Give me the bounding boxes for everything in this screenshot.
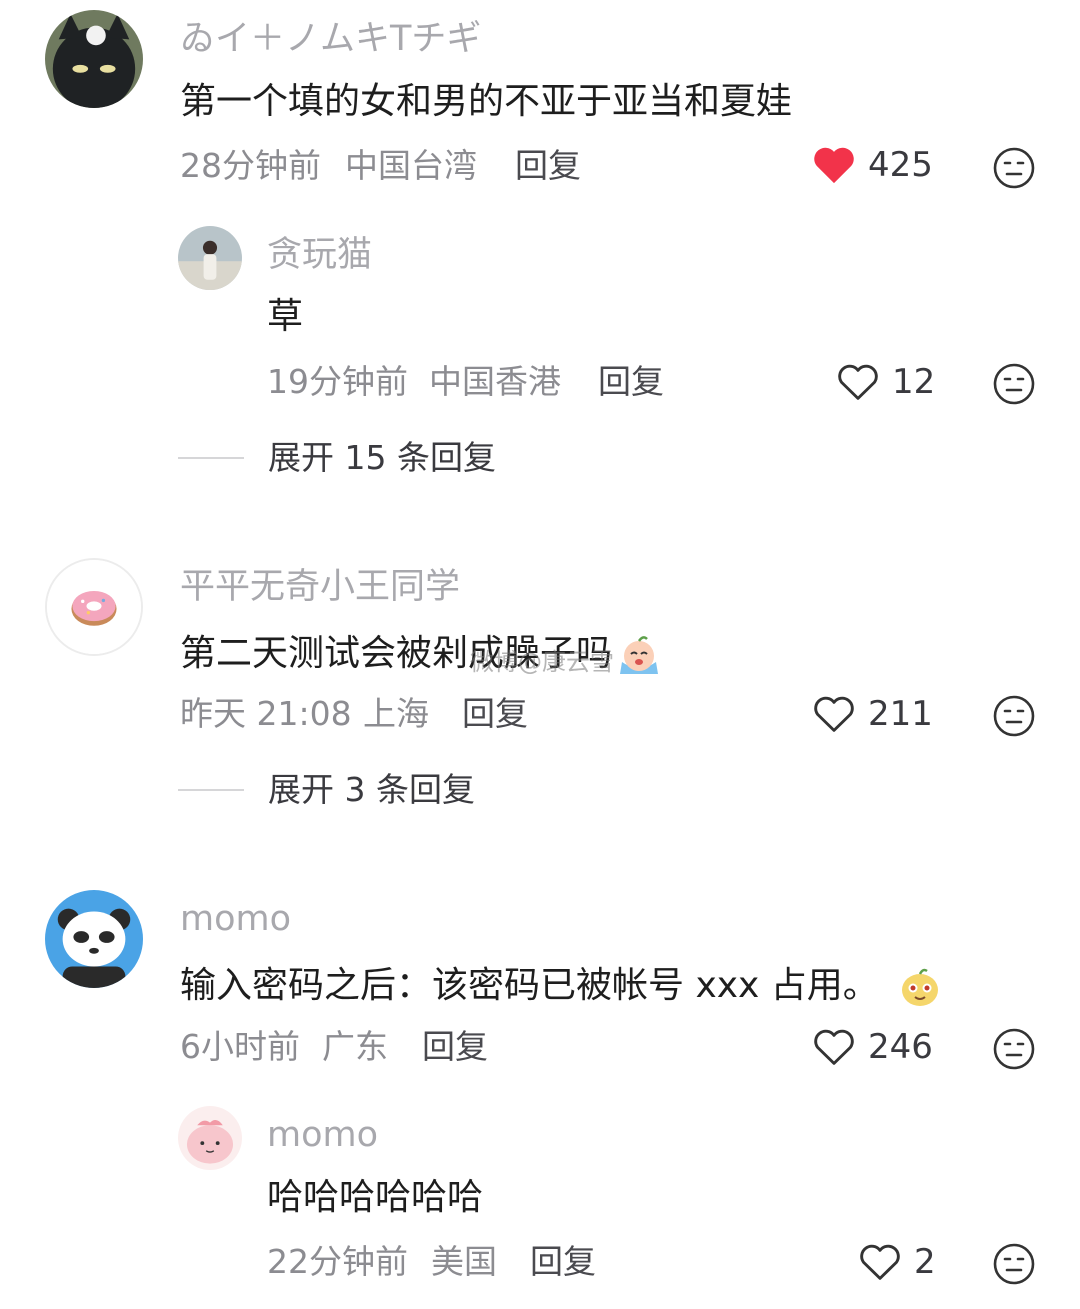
reply-username[interactable]: momo xyxy=(267,1118,378,1153)
meh-face-icon xyxy=(993,1243,1035,1285)
dislike-button[interactable] xyxy=(992,362,1036,406)
comment-text: 第一个填的女和男的不亚于亚当和夏娃 xyxy=(180,81,793,122)
reply-button[interactable]: 回复 xyxy=(515,149,581,182)
comment-location: 中国台湾 xyxy=(345,146,477,185)
heart-outline-icon xyxy=(838,364,878,400)
meh-face-icon xyxy=(993,147,1035,189)
reply-button[interactable]: 回复 xyxy=(462,697,528,730)
like-count: 12 xyxy=(892,362,936,402)
like-count: 211 xyxy=(868,694,933,734)
dislike-button[interactable] xyxy=(992,694,1036,738)
user-avatar[interactable] xyxy=(178,1106,242,1170)
divider-line xyxy=(178,456,244,459)
reply-text: 哈哈哈哈哈哈 xyxy=(267,1177,484,1218)
comment-time: 6小时前 xyxy=(180,1027,300,1066)
like-count: 2 xyxy=(914,1242,936,1282)
comment-text: 输入密码之后：该密码已被帐号 xxx 占用。 xyxy=(180,964,943,1010)
expand-replies-button[interactable]: 展开 3 条回复 xyxy=(178,773,475,806)
reply-location: 中国香港 xyxy=(429,362,561,401)
girl-photo-avatar-icon xyxy=(178,226,242,290)
comment-username[interactable]: ゐイ＋ノムキTチギ xyxy=(180,22,481,57)
reply-button[interactable]: 回复 xyxy=(530,1245,596,1278)
like-button[interactable]: 425 xyxy=(812,145,933,185)
user-avatar[interactable] xyxy=(45,890,143,988)
expand-replies-label: 展开 3 条回复 xyxy=(268,770,475,809)
expand-replies-label: 展开 15 条回复 xyxy=(268,438,496,477)
pink-blob-avatar-icon xyxy=(178,1106,242,1170)
reply-location: 美国 xyxy=(431,1242,497,1281)
reply-time: 22分钟前 xyxy=(267,1242,408,1281)
user-avatar[interactable] xyxy=(45,558,143,656)
dislike-button[interactable] xyxy=(992,146,1036,190)
reply-button[interactable]: 回复 xyxy=(598,365,664,398)
like-button[interactable]: 12 xyxy=(836,362,935,402)
reply-text: 草 xyxy=(267,296,304,337)
meh-face-icon xyxy=(993,1028,1035,1070)
comment-time: 28分钟前 xyxy=(180,146,321,185)
comment-text-body: 输入密码之后：该密码已被帐号 xxx 占用。 xyxy=(180,965,879,1006)
meh-face-icon xyxy=(993,363,1035,405)
comment-time: 昨天 21:08 xyxy=(180,694,352,733)
heart-outline-icon xyxy=(814,696,854,732)
heart-filled-icon xyxy=(814,147,854,184)
reply-time: 19分钟前 xyxy=(267,362,408,401)
donut-avatar-icon xyxy=(47,560,141,654)
meh-face-icon xyxy=(993,695,1035,737)
watermark: 微博@康云雪 xyxy=(470,648,614,676)
expand-replies-button[interactable]: 展开 15 条回复 xyxy=(178,441,496,474)
heart-outline-icon xyxy=(814,1029,854,1065)
user-avatar[interactable] xyxy=(178,226,242,290)
heart-outline-icon xyxy=(860,1244,900,1280)
like-count: 246 xyxy=(868,1027,933,1067)
dislike-button[interactable] xyxy=(992,1242,1036,1286)
black-cat-avatar-icon xyxy=(45,10,143,108)
panda-avatar-icon xyxy=(45,890,143,988)
smirk-emoji-icon xyxy=(901,968,938,1006)
reply-button[interactable]: 回复 xyxy=(422,1030,488,1063)
comment-username[interactable]: 平平无奇小王同学 xyxy=(180,570,460,605)
divider-line xyxy=(178,788,244,791)
crying-emoji-icon xyxy=(620,636,659,674)
user-avatar[interactable] xyxy=(45,10,143,108)
like-button[interactable]: 211 xyxy=(812,694,933,734)
comment-location: 广东 xyxy=(322,1027,388,1066)
dislike-button[interactable] xyxy=(992,1027,1036,1071)
like-button[interactable]: 2 xyxy=(858,1242,936,1282)
like-count: 425 xyxy=(868,145,933,185)
comment-username[interactable]: momo xyxy=(180,902,291,937)
reply-username[interactable]: 贪玩猫 xyxy=(267,238,372,273)
like-button[interactable]: 246 xyxy=(812,1027,933,1067)
comment-location: 上海 xyxy=(363,694,429,733)
